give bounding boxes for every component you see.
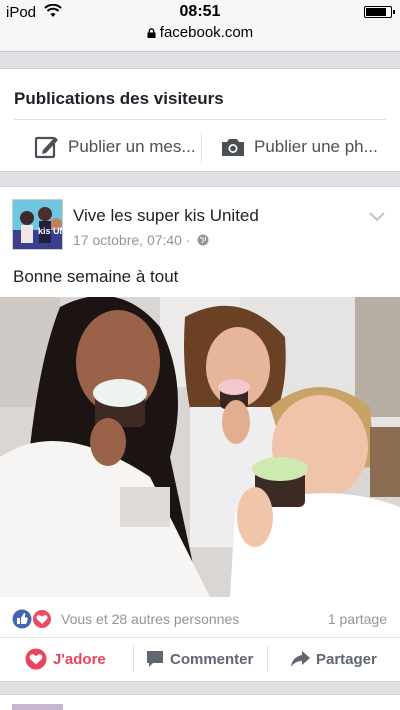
post-author[interactable]: Vive les super kis United — [73, 206, 259, 226]
timestamp-text: 17 octobre, 07:40 · — [73, 232, 191, 248]
photo-post-button[interactable]: Publier une ph... — [220, 129, 385, 165]
avatar[interactable]: kis UNITED — [12, 199, 63, 250]
share-label: Partager — [316, 650, 377, 668]
divider — [267, 646, 268, 672]
divider — [14, 119, 386, 120]
reactions-icons — [12, 609, 52, 629]
clock: 08:51 — [179, 3, 221, 20]
visitor-posts-title: Publications des visiteurs — [14, 89, 224, 108]
post-timestamp[interactable]: 17 octobre, 07:40 · — [73, 232, 209, 248]
shares-count[interactable]: 1 partage — [328, 611, 387, 627]
comment-icon — [147, 651, 163, 667]
next-post-avatar — [12, 704, 63, 710]
write-post-label: Publier un mes... — [68, 137, 196, 156]
comment-label: Commenter — [170, 650, 254, 668]
compose-icon — [34, 136, 58, 159]
post-text: Bonne semaine à tout — [13, 267, 179, 286]
battery-icon — [364, 6, 395, 18]
love-label: J'adore — [53, 650, 106, 668]
camera-icon — [222, 139, 244, 156]
reaction-counts[interactable]: Vous et 28 autres personnes 1 partage — [0, 601, 400, 631]
photo-post-label: Publier une ph... — [254, 137, 378, 156]
post-actions: J'adore Commenter Partager — [0, 637, 400, 679]
url-bar[interactable]: facebook.com — [0, 24, 400, 46]
chevron-down-icon[interactable] — [368, 211, 386, 223]
feed-post: kis UNITED Vive les super kis United 17 … — [0, 186, 400, 682]
visitor-posts-card: Publications des visiteurs Publier un me… — [0, 68, 400, 172]
love-reaction-icon — [32, 609, 52, 629]
love-button[interactable]: J'adore — [25, 638, 106, 680]
url-text: facebook.com — [159, 24, 254, 41]
divider — [133, 646, 134, 672]
comment-button[interactable]: Commenter — [146, 638, 253, 680]
globe-icon — [197, 234, 209, 246]
share-button[interactable]: Partager — [290, 638, 377, 680]
reactions-text: Vous et 28 autres personnes — [61, 611, 240, 627]
avatar-text: kis UNITED — [38, 226, 63, 236]
browser-header: iPod 08:51 facebook.com — [0, 0, 400, 52]
status-bar: iPod 08:51 — [0, 0, 400, 24]
next-post-peek — [0, 694, 400, 710]
share-arrow-icon — [291, 651, 310, 667]
heart-icon — [25, 648, 47, 670]
divider — [201, 133, 202, 163]
lock-icon — [147, 28, 156, 38]
like-reaction-icon — [12, 609, 32, 629]
write-post-button[interactable]: Publier un mes... — [34, 129, 198, 165]
post-photo[interactable] — [0, 297, 400, 597]
